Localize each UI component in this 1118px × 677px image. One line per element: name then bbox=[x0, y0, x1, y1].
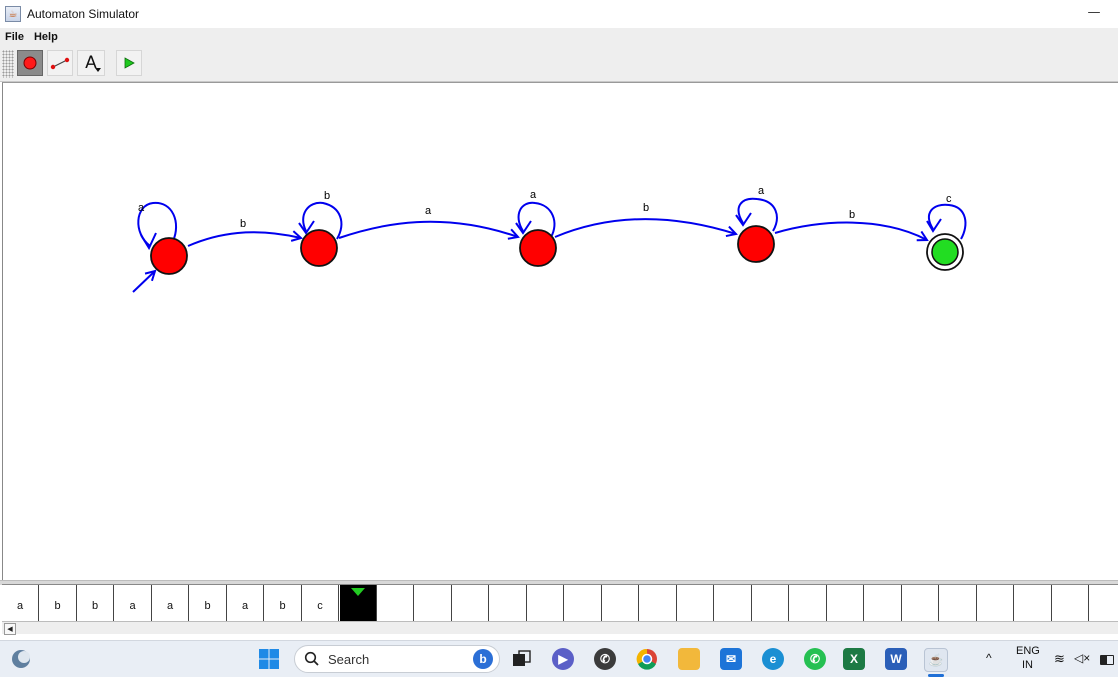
edge-s1-s2 bbox=[339, 222, 518, 238]
red-arrow-line-icon bbox=[50, 55, 70, 71]
label-s2-s3: b bbox=[643, 202, 649, 214]
tape-cell: b bbox=[190, 585, 227, 621]
task-view-icon[interactable] bbox=[510, 648, 532, 670]
state-s4[interactable] bbox=[932, 239, 958, 265]
state-s2[interactable] bbox=[520, 230, 556, 266]
edge-icon[interactable]: e bbox=[762, 648, 784, 670]
tape-cell bbox=[677, 585, 714, 621]
tape-cell: a bbox=[115, 585, 152, 621]
tape-cell bbox=[790, 585, 827, 621]
edge-s3-s4 bbox=[775, 223, 927, 240]
label-s0-loop: a bbox=[138, 202, 145, 214]
label-s1-loop: b bbox=[324, 190, 330, 202]
state-s3[interactable] bbox=[738, 226, 774, 262]
meet-icon[interactable]: ▶ bbox=[552, 648, 574, 670]
tape-cell bbox=[977, 585, 1014, 621]
edge-s2-s3 bbox=[555, 219, 736, 237]
state-s0[interactable] bbox=[151, 238, 187, 274]
window-title: Automaton Simulator bbox=[27, 7, 139, 21]
red-dot-icon bbox=[22, 55, 38, 71]
green-play-icon bbox=[122, 56, 136, 70]
bing-icon[interactable]: b bbox=[473, 649, 493, 669]
toolbar: A bbox=[0, 45, 1118, 82]
scroll-left-icon[interactable]: ◀ bbox=[4, 623, 16, 635]
search-placeholder: Search bbox=[328, 652, 369, 667]
tape-cell bbox=[1090, 585, 1118, 621]
java-app-icon: ☕ bbox=[5, 6, 21, 22]
chrome-icon[interactable] bbox=[636, 648, 658, 670]
label-s3-loop: a bbox=[758, 185, 765, 197]
tray-chevron-icon[interactable]: ^ bbox=[986, 651, 992, 665]
tape-cell bbox=[752, 585, 789, 621]
file-explorer-icon[interactable] bbox=[678, 648, 700, 670]
state-s1[interactable] bbox=[301, 230, 337, 266]
automaton-diagram[interactable]: a b b a a b a b c bbox=[3, 83, 1118, 581]
java-icon[interactable]: ☕ bbox=[924, 648, 948, 672]
tape-cell bbox=[377, 585, 414, 621]
tape-cell bbox=[865, 585, 902, 621]
tape-cell bbox=[715, 585, 752, 621]
toolbar-grip[interactable] bbox=[2, 50, 14, 78]
tape-cell: b bbox=[265, 585, 302, 621]
dropdown-arrow-icon bbox=[95, 68, 101, 72]
tape-cell bbox=[827, 585, 864, 621]
run-tool[interactable] bbox=[116, 50, 142, 76]
battery-icon[interactable] bbox=[1100, 655, 1114, 665]
label-tool[interactable]: A bbox=[77, 50, 105, 76]
weather-icon[interactable] bbox=[10, 648, 32, 670]
wifi-icon[interactable]: ≋ bbox=[1054, 651, 1065, 667]
tape-cell bbox=[415, 585, 452, 621]
add-state-tool[interactable] bbox=[17, 50, 43, 76]
tape-head-cell bbox=[340, 585, 377, 621]
minimize-button[interactable]: — bbox=[1084, 2, 1104, 22]
tape-cell bbox=[565, 585, 602, 621]
tape-cell bbox=[452, 585, 489, 621]
automaton-canvas[interactable]: a b b a a b a b c bbox=[2, 82, 1118, 581]
tape-cell: a bbox=[2, 585, 39, 621]
phone-chat-icon[interactable]: ✆ bbox=[594, 648, 616, 670]
tape-cell: b bbox=[40, 585, 77, 621]
whatsapp-icon[interactable]: ✆ bbox=[804, 648, 826, 670]
label-s3-s4: b bbox=[849, 209, 855, 221]
input-tape: abbaababc bbox=[2, 584, 1118, 622]
label-s4-loop: c bbox=[946, 193, 952, 205]
tape-cell bbox=[940, 585, 977, 621]
tape-cell: b bbox=[77, 585, 114, 621]
region-indicator[interactable]: IN bbox=[1022, 659, 1033, 671]
menu-help[interactable]: Help bbox=[29, 31, 63, 43]
windows-start-icon[interactable] bbox=[258, 648, 280, 670]
volume-muted-icon[interactable]: ◁× bbox=[1074, 651, 1090, 665]
word-icon[interactable]: W bbox=[885, 648, 907, 670]
tape-cell bbox=[640, 585, 677, 621]
taskbar: Search b ▶ ✆ ✉ e ✆ X W ☕ ^ ENG IN ≋ ◁× bbox=[0, 640, 1118, 677]
menu-file[interactable]: File bbox=[0, 31, 29, 43]
horizontal-scrollbar[interactable]: ◀ bbox=[2, 621, 1118, 634]
menu-bar: File Help bbox=[0, 28, 1118, 45]
label-s0-s1: b bbox=[240, 218, 246, 230]
label-s1-s2: a bbox=[425, 205, 432, 217]
tape-cell bbox=[902, 585, 939, 621]
search-icon bbox=[304, 651, 320, 667]
tape-cell bbox=[1015, 585, 1052, 621]
excel-icon[interactable]: X bbox=[843, 648, 865, 670]
taskbar-search[interactable]: Search b bbox=[294, 645, 500, 673]
mail-icon[interactable]: ✉ bbox=[720, 648, 742, 670]
add-transition-tool[interactable] bbox=[47, 50, 73, 76]
title-bar: ☕ Automaton Simulator — bbox=[0, 0, 1118, 28]
edge-s0-s1 bbox=[188, 232, 301, 246]
tape-cell bbox=[602, 585, 639, 621]
tape-cell bbox=[527, 585, 564, 621]
tape-cell bbox=[490, 585, 527, 621]
initial-arrow bbox=[133, 271, 155, 292]
language-indicator[interactable]: ENG bbox=[1016, 645, 1040, 657]
tape-cell bbox=[1052, 585, 1089, 621]
tape-cell: c bbox=[302, 585, 339, 621]
tape-cell: a bbox=[227, 585, 264, 621]
label-s2-loop: a bbox=[530, 189, 537, 201]
tape-cell: a bbox=[152, 585, 189, 621]
